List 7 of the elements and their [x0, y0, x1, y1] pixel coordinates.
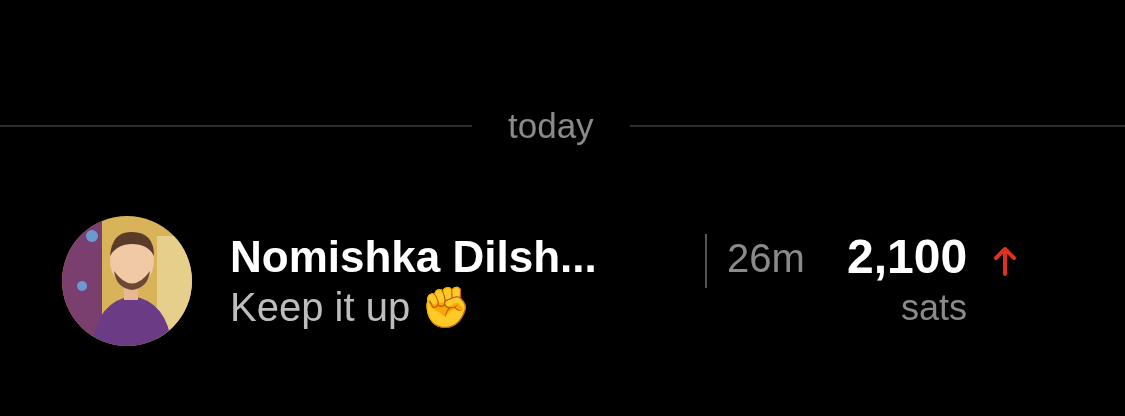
date-label: today — [507, 105, 595, 147]
arrow-up-icon — [993, 246, 1018, 276]
zap-amount: 2,100 — [847, 230, 968, 284]
amount-unit: sats — [901, 286, 968, 330]
time-ago: 26m — [727, 236, 806, 281]
zap-message: Keep it up ✊ — [230, 284, 473, 331]
sender-name: Nomishka Dilsh... — [230, 231, 598, 283]
